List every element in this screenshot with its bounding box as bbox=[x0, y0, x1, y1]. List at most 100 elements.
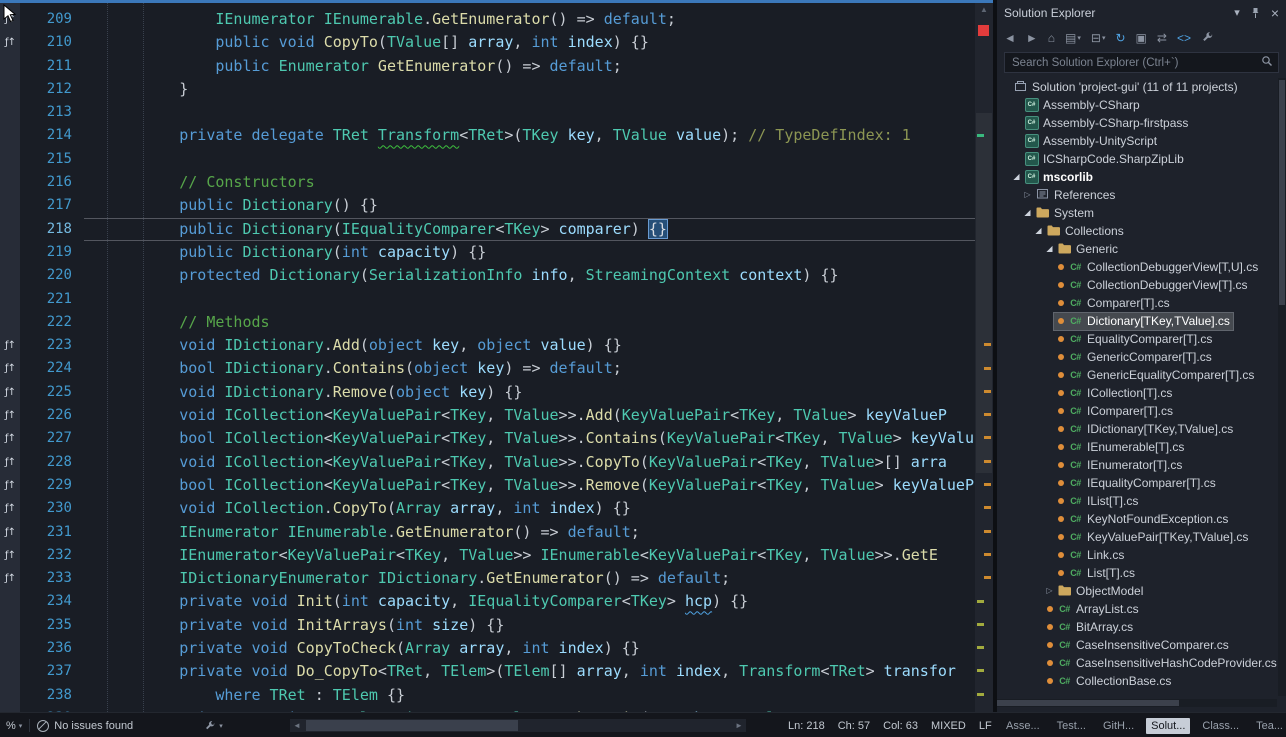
code-line-212[interactable]: 212} bbox=[0, 78, 975, 101]
close-icon[interactable] bbox=[1271, 5, 1279, 21]
tree-item[interactable]: C#IEnumerator[T].cs bbox=[997, 456, 1278, 474]
code-line-211[interactable]: 211public Enumerator GetEnumerator() => … bbox=[0, 55, 975, 78]
implements-indicator-icon[interactable]: ƒ↑ bbox=[0, 334, 20, 357]
editor-vertical-scrollbar[interactable] bbox=[975, 3, 993, 712]
tree-item[interactable]: C#CollectionDebuggerView[T,U].cs bbox=[997, 258, 1278, 276]
tool-window-tab[interactable]: Class... bbox=[1197, 718, 1244, 734]
code-editor[interactable]: ƒ↑209IEnumerator IEnumerable.GetEnumerat… bbox=[0, 0, 993, 712]
scrollbar-thumb[interactable] bbox=[997, 700, 1179, 706]
health-settings-button[interactable]: ▾ bbox=[204, 720, 223, 732]
collapse-all-icon[interactable]: ⊟▾ bbox=[1091, 32, 1106, 44]
copy-files-icon[interactable]: ▣ bbox=[1136, 32, 1147, 44]
tree-item[interactable]: ▷ObjectModel bbox=[997, 582, 1278, 600]
code-line-234[interactable]: 234private void Init(int capacity, IEqua… bbox=[0, 590, 975, 613]
column-indicator[interactable]: Col: 63 bbox=[883, 720, 918, 732]
code-line-227[interactable]: ƒ↑227bool ICollection<KeyValuePair<TKey,… bbox=[0, 427, 975, 450]
tree-item[interactable]: C#Comparer[T].cs bbox=[997, 294, 1278, 312]
tree-item[interactable]: C#CollectionBase.cs bbox=[997, 672, 1278, 690]
tree-item[interactable]: C#IComparer[T].cs bbox=[997, 402, 1278, 420]
pin-icon[interactable] bbox=[1250, 7, 1261, 19]
code-line-218[interactable]: 218public Dictionary(IEqualityComparer<T… bbox=[0, 218, 975, 241]
code-line-217[interactable]: 217public Dictionary() {} bbox=[0, 194, 975, 217]
char-indicator[interactable]: Ch: 57 bbox=[838, 720, 870, 732]
zoom-control[interactable]: % ▾ bbox=[6, 720, 22, 732]
expand-arrow-icon[interactable]: ▷ bbox=[1024, 191, 1030, 199]
tree-item[interactable]: C#GenericEqualityComparer[T].cs bbox=[997, 366, 1278, 384]
tree-item[interactable]: C#ICollection[T].cs bbox=[997, 384, 1278, 402]
tree-item[interactable]: ▷References bbox=[997, 186, 1278, 204]
implements-indicator-icon[interactable]: ƒ↑ bbox=[0, 8, 20, 31]
implements-indicator-icon[interactable]: ƒ↑ bbox=[0, 451, 20, 474]
chevron-down-icon[interactable] bbox=[1234, 6, 1240, 19]
collapse-arrow-icon[interactable]: ◢ bbox=[1035, 227, 1041, 235]
collapse-arrow-icon[interactable]: ◢ bbox=[1013, 173, 1019, 181]
scrollbar-up-arrow-icon[interactable] bbox=[975, 5, 993, 14]
collapse-arrow-icon[interactable]: ◢ bbox=[1046, 245, 1052, 253]
tree-item[interactable]: C#CollectionDebuggerView[T].cs bbox=[997, 276, 1278, 294]
code-line-219[interactable]: 219public Dictionary(int capacity) {} bbox=[0, 241, 975, 264]
tree-item[interactable]: ◢Collections bbox=[997, 222, 1278, 240]
implements-indicator-icon[interactable]: ƒ↑ bbox=[0, 567, 20, 590]
expand-arrow-icon[interactable]: ▷ bbox=[1046, 587, 1052, 595]
tree-item[interactable]: C#GenericComparer[T].cs bbox=[997, 348, 1278, 366]
scroll-left-arrow-icon[interactable] bbox=[290, 719, 304, 732]
code-line-216[interactable]: 216// Constructors bbox=[0, 171, 975, 194]
tree-item[interactable]: C#IList[T].cs bbox=[997, 492, 1278, 510]
issues-indicator[interactable]: No issues found bbox=[37, 720, 133, 732]
code-line-220[interactable]: 220protected Dictionary(SerializationInf… bbox=[0, 264, 975, 287]
scrollbar-thumb[interactable] bbox=[306, 720, 518, 731]
tree-item[interactable]: C#IDictionary[TKey,TValue].cs bbox=[997, 420, 1278, 438]
search-box[interactable] bbox=[1004, 52, 1279, 73]
tool-window-tab[interactable]: GitH... bbox=[1098, 718, 1139, 734]
code-line-209[interactable]: ƒ↑209IEnumerator IEnumerable.GetEnumerat… bbox=[0, 8, 975, 31]
implements-indicator-icon[interactable]: ƒ↑ bbox=[0, 404, 20, 427]
code-line-213[interactable]: 213 bbox=[0, 101, 975, 124]
tool-window-tab[interactable]: Test... bbox=[1052, 718, 1091, 734]
tool-window-tab[interactable]: Asse... bbox=[1001, 718, 1045, 734]
implements-indicator-icon[interactable]: ƒ↑ bbox=[0, 474, 20, 497]
code-line-226[interactable]: ƒ↑226void ICollection<KeyValuePair<TKey,… bbox=[0, 404, 975, 427]
tree-item[interactable]: C#IEnumerable[T].cs bbox=[997, 438, 1278, 456]
tree-item[interactable]: C#List[T].cs bbox=[997, 564, 1278, 582]
code-line-215[interactable]: 215 bbox=[0, 148, 975, 171]
implements-indicator-icon[interactable]: ƒ↑ bbox=[0, 31, 20, 54]
code-line-239[interactable]: 239private static KeyValuePair<TKey, TVa… bbox=[0, 707, 975, 712]
scroll-right-arrow-icon[interactable] bbox=[732, 719, 746, 732]
home-icon[interactable]: ⌂ bbox=[1048, 32, 1055, 44]
code-line-228[interactable]: ƒ↑228void ICollection<KeyValuePair<TKey,… bbox=[0, 451, 975, 474]
tree-item[interactable]: Solution 'project-gui' (11 of 11 project… bbox=[997, 78, 1278, 96]
tree-horizontal-scrollbar[interactable] bbox=[997, 699, 1277, 707]
tree-item[interactable]: C#Assembly-CSharp bbox=[997, 96, 1278, 114]
tree-item[interactable]: ◢Generic bbox=[997, 240, 1278, 258]
implements-indicator-icon[interactable]: ƒ↑ bbox=[0, 381, 20, 404]
scrollbar-thumb[interactable] bbox=[1279, 80, 1285, 305]
code-line-229[interactable]: ƒ↑229bool ICollection<KeyValuePair<TKey,… bbox=[0, 474, 975, 497]
code-line-224[interactable]: ƒ↑224bool IDictionary.Contains(object ke… bbox=[0, 357, 975, 380]
tree-item[interactable]: C#KeyValuePair[TKey,TValue].cs bbox=[997, 528, 1278, 546]
collapse-arrow-icon[interactable]: ◢ bbox=[1024, 209, 1030, 217]
tool-window-tab-active[interactable]: Solut... bbox=[1146, 718, 1190, 734]
code-view-icon[interactable]: <> bbox=[1177, 32, 1191, 44]
code-line-231[interactable]: ƒ↑231IEnumerator IEnumerable.GetEnumerat… bbox=[0, 521, 975, 544]
code-line-221[interactable]: 221 bbox=[0, 288, 975, 311]
tree-item[interactable]: C#Link.cs bbox=[997, 546, 1278, 564]
tree-item[interactable]: C#Assembly-UnityScript bbox=[997, 132, 1278, 150]
search-input[interactable] bbox=[1010, 56, 1261, 70]
code-line-236[interactable]: 236private void CopyToCheck(Array array,… bbox=[0, 637, 975, 660]
implements-indicator-icon[interactable]: ƒ↑ bbox=[0, 521, 20, 544]
tree-item[interactable]: C#IEqualityComparer[T].cs bbox=[997, 474, 1278, 492]
tree-item[interactable]: ◢C#mscorlib bbox=[997, 168, 1278, 186]
compare-files-icon[interactable]: ⇄ bbox=[1157, 32, 1167, 44]
code-line-210[interactable]: ƒ↑210public void CopyTo(TValue[] array, … bbox=[0, 31, 975, 54]
code-line-230[interactable]: ƒ↑230void ICollection.CopyTo(Array array… bbox=[0, 497, 975, 520]
editor-horizontal-scrollbar[interactable] bbox=[290, 719, 746, 732]
tool-window-tab[interactable]: Tea... bbox=[1251, 718, 1286, 734]
tree-item[interactable]: C#KeyNotFoundException.cs bbox=[997, 510, 1278, 528]
code-line-232[interactable]: ƒ↑232IEnumerator<KeyValuePair<TKey, TVal… bbox=[0, 544, 975, 567]
code-line-223[interactable]: ƒ↑223void IDictionary.Add(object key, ob… bbox=[0, 334, 975, 357]
tree-item[interactable]: C#ICSharpCode.SharpZipLib bbox=[997, 150, 1278, 168]
tree-item-selected[interactable]: C#Dictionary[TKey,TValue].cs bbox=[997, 312, 1278, 330]
code-line-235[interactable]: 235private void InitArrays(int size) {} bbox=[0, 614, 975, 637]
line-indicator[interactable]: Ln: 218 bbox=[788, 720, 825, 732]
tree-item[interactable]: C#EqualityComparer[T].cs bbox=[997, 330, 1278, 348]
